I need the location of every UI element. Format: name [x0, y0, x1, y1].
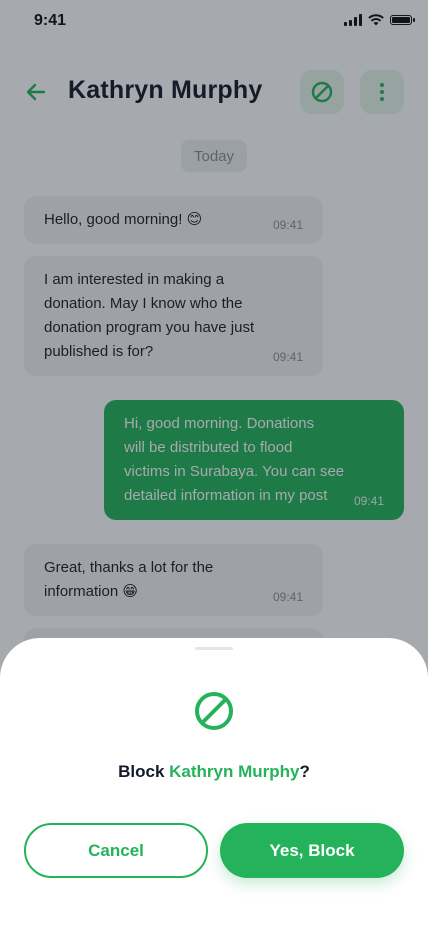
- confirm-block-button[interactable]: Yes, Block: [220, 823, 404, 878]
- block-icon: [195, 692, 233, 730]
- cancel-button[interactable]: Cancel: [24, 823, 208, 878]
- sheet-drag-handle[interactable]: [195, 647, 233, 650]
- block-confirmation-sheet: Block Kathryn Murphy? Cancel Yes, Block: [0, 638, 428, 926]
- blocked-contact-name: Kathryn Murphy: [169, 762, 300, 781]
- block-confirmation-text: Block Kathryn Murphy?: [118, 762, 310, 781]
